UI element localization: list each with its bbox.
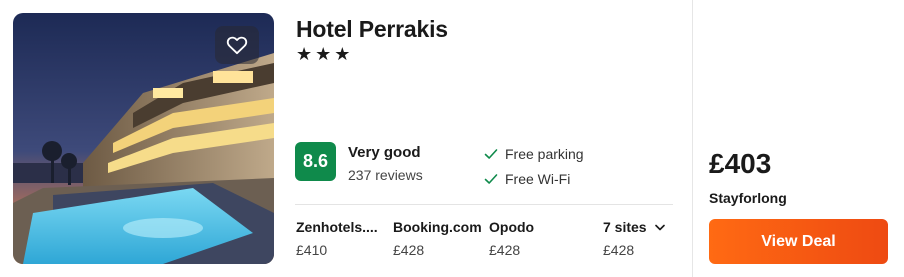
site-price: £428 (489, 242, 521, 258)
site-name: Zenhotels.... (296, 219, 378, 235)
review-count[interactable]: 237 reviews (348, 167, 423, 183)
rating-label: Very good (348, 144, 421, 161)
site-offer-booking[interactable]: Booking.com £428 (393, 219, 482, 258)
amenity-label: Free Wi-Fi (505, 171, 571, 187)
amenity-free-wifi: Free Wi-Fi (484, 171, 570, 187)
site-price: £428 (393, 242, 425, 258)
hotel-name[interactable]: Hotel Perrakis (296, 16, 448, 43)
check-icon (484, 149, 498, 159)
more-sites-dropdown[interactable]: 7 sites £428 (603, 219, 665, 258)
site-offer-zenhotels[interactable]: Zenhotels.... £410 (296, 219, 378, 258)
rating-score-badge: 8.6 (295, 142, 336, 181)
amenity-label: Free parking (505, 146, 584, 162)
divider (295, 204, 673, 205)
hotel-result-card: Hotel Perrakis ★★★ 8.6 Very good 237 rev… (0, 0, 904, 277)
chevron-down-icon (654, 224, 665, 230)
deal-provider: Stayforlong (709, 190, 787, 206)
site-name: Opodo (489, 219, 535, 235)
star-rating: ★★★ (296, 44, 354, 64)
more-sites-price: £428 (603, 242, 635, 258)
site-price: £410 (296, 242, 328, 258)
site-offer-opodo[interactable]: Opodo £428 (489, 219, 534, 258)
best-price: £403 (709, 148, 772, 179)
heart-icon (226, 36, 248, 55)
view-deal-button[interactable]: View Deal (709, 219, 888, 264)
check-icon (484, 174, 498, 184)
column-divider (692, 0, 693, 277)
site-name: Booking.com (393, 219, 482, 235)
amenity-free-parking: Free parking (484, 146, 584, 162)
more-sites-label: 7 sites (603, 219, 647, 235)
more-sites-toggle[interactable]: 7 sites (603, 219, 665, 235)
favorite-button[interactable] (215, 26, 259, 64)
